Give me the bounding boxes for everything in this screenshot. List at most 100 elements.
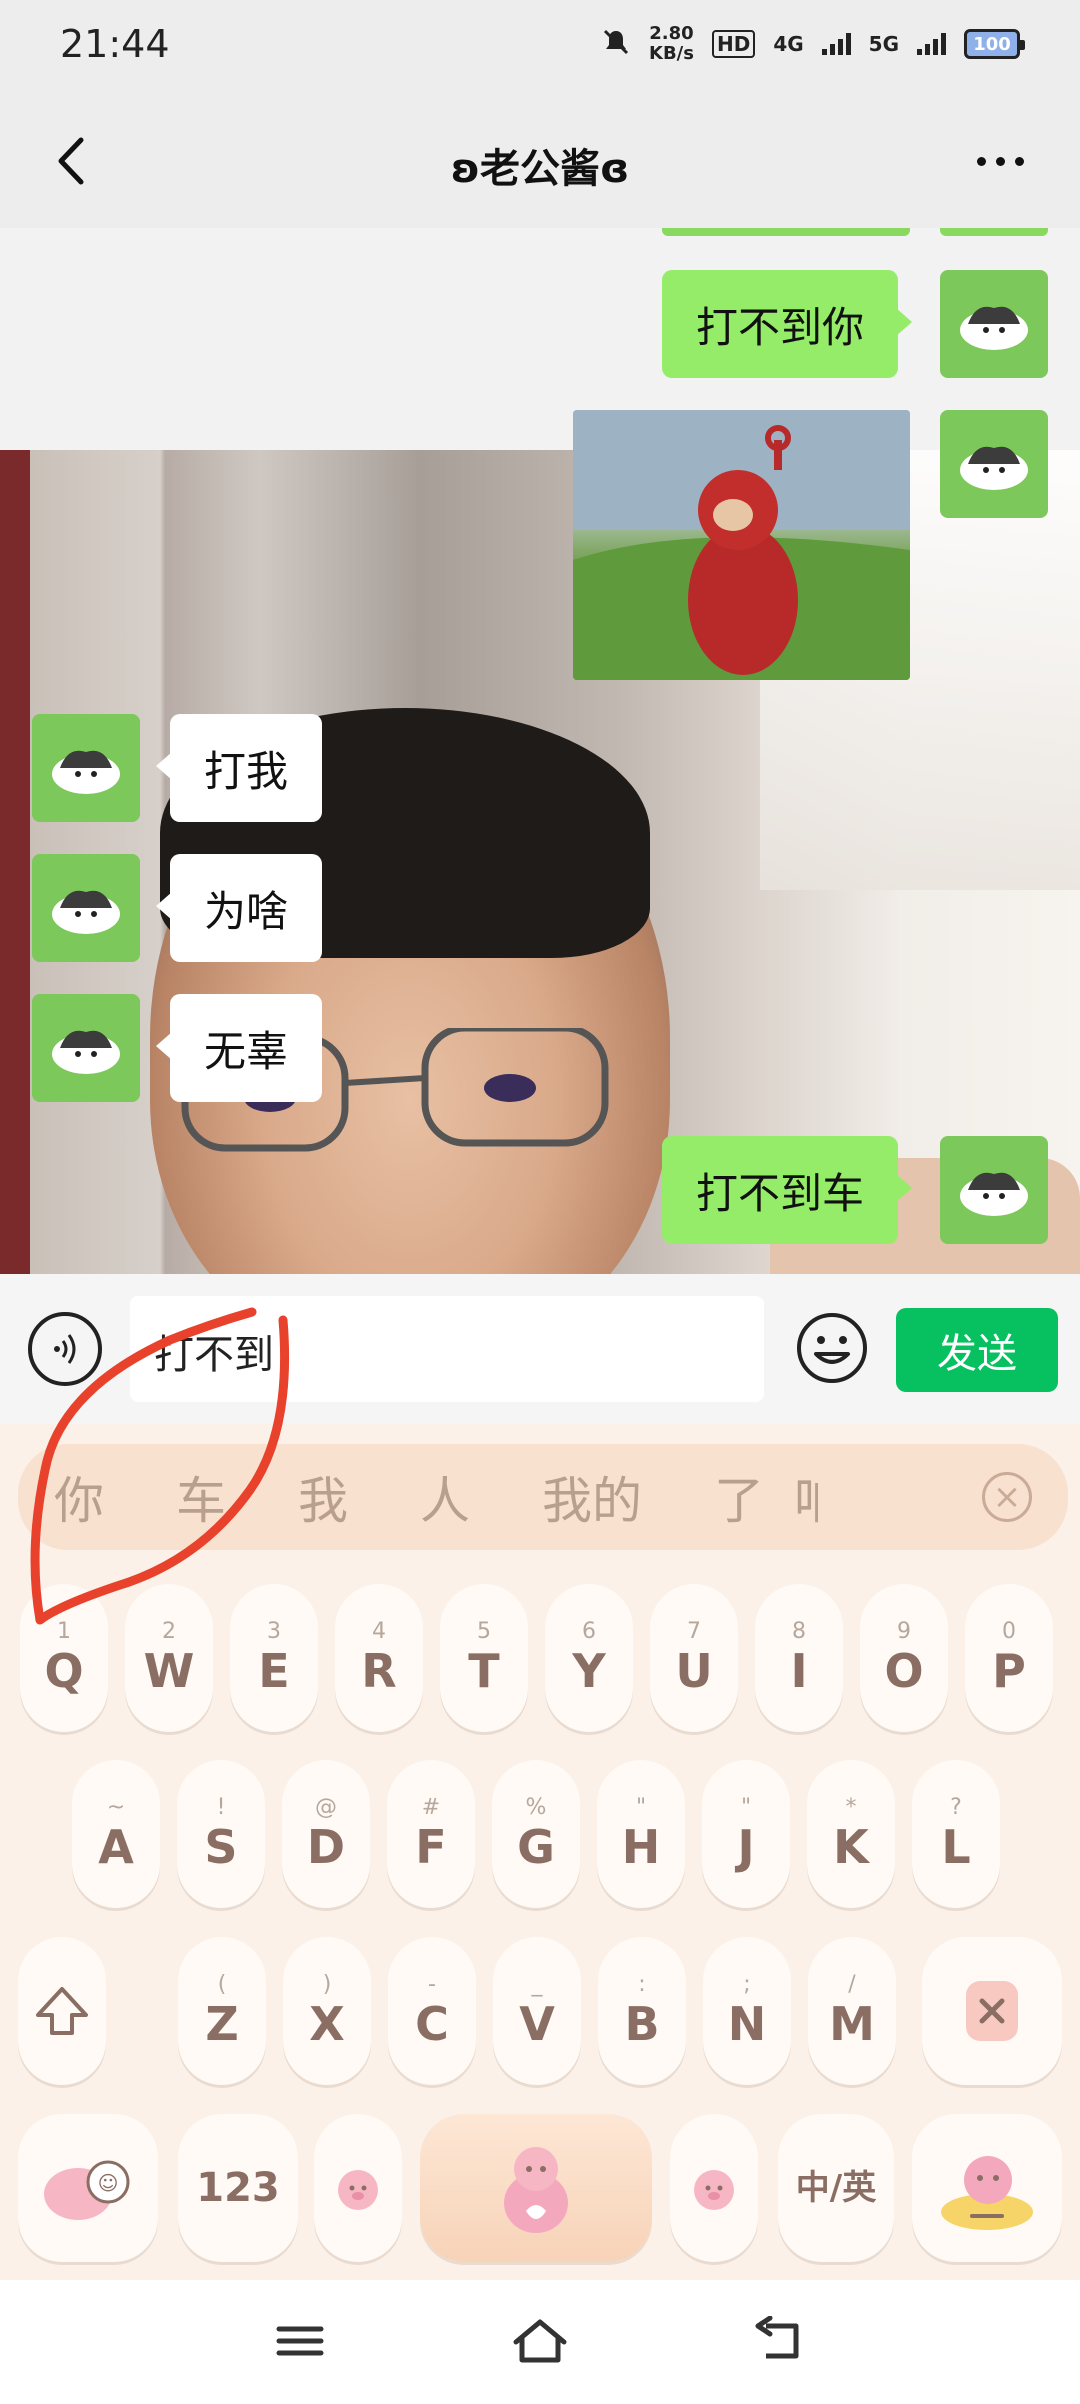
emoji-keyboard-key[interactable]: ☺ xyxy=(18,2114,158,2262)
input-bar: 打不到 发送 xyxy=(0,1274,1080,1424)
key-k[interactable]: * K xyxy=(807,1760,895,1908)
key-x[interactable]: ) X xyxy=(283,1937,371,2085)
key-l[interactable]: ? L xyxy=(912,1760,1000,1908)
back-nav-button[interactable] xyxy=(740,2306,820,2376)
shift-arrow-icon xyxy=(36,1987,88,2035)
numbers-key[interactable]: 123 xyxy=(178,2114,298,2262)
chat-area[interactable]: 打不到你 打我 为啥 无辜 打不到车 xyxy=(0,228,1080,1274)
key-w[interactable]: 2W xyxy=(125,1584,213,1732)
key-e[interactable]: 3E xyxy=(230,1584,318,1732)
key-label: X xyxy=(309,1997,345,2051)
contact-avatar[interactable] xyxy=(32,994,140,1102)
key-a[interactable]: ~ A xyxy=(72,1760,160,1908)
hd-badge: HD xyxy=(711,30,756,58)
key-label: O xyxy=(884,1644,924,1698)
candidate-word[interactable]: 你 xyxy=(54,1461,104,1533)
pig-face-key[interactable] xyxy=(670,2114,758,2262)
emoji-button[interactable] xyxy=(794,1310,870,1386)
key-i[interactable]: 8I xyxy=(755,1584,843,1732)
image-message[interactable] xyxy=(573,410,910,680)
sim1-label: 4G xyxy=(773,32,804,56)
key-c[interactable]: -C xyxy=(388,1937,476,2085)
my-avatar[interactable] xyxy=(940,270,1048,378)
key-label: D xyxy=(306,1820,346,1874)
key-v[interactable]: _ V xyxy=(493,1937,581,2085)
message-bubble-theirs[interactable]: 打我 xyxy=(155,714,323,822)
key-h[interactable]: " H xyxy=(597,1760,685,1908)
key-g[interactable]: % G xyxy=(492,1760,580,1908)
key-q[interactable]: 1Q xyxy=(20,1584,108,1732)
smiley-icon xyxy=(797,1313,867,1383)
key-secondary-label: @ xyxy=(315,1795,337,1820)
key-b[interactable]: :B xyxy=(598,1937,686,2085)
shift-key[interactable] xyxy=(18,1937,106,2085)
numbers-label: 123 xyxy=(196,2165,280,2211)
key-t[interactable]: 5T xyxy=(440,1584,528,1732)
key-secondary-label: - xyxy=(428,1972,436,1997)
key-secondary-label: 3 xyxy=(267,1619,281,1644)
key-y[interactable]: 6Y xyxy=(545,1584,633,1732)
mute-icon xyxy=(601,27,631,61)
candidate-word[interactable]: 车 xyxy=(176,1461,226,1533)
key-o[interactable]: 9O xyxy=(860,1584,948,1732)
pig-face-icon xyxy=(338,2170,378,2210)
key-label: H xyxy=(621,1820,661,1874)
key-secondary-label: 6 xyxy=(582,1619,596,1644)
contact-avatar[interactable] xyxy=(32,714,140,822)
key-secondary-label: 2 xyxy=(162,1619,176,1644)
key-label: Y xyxy=(572,1644,606,1698)
delete-icon xyxy=(966,1981,1018,2041)
candidate-word[interactable]: 我的 xyxy=(542,1461,642,1533)
key-label: S xyxy=(204,1820,238,1874)
pig-sticker-icon: ☺ xyxy=(44,2160,130,2220)
pig-face-key[interactable] xyxy=(314,2114,402,2262)
my-avatar[interactable] xyxy=(940,410,1048,518)
backspace-key[interactable] xyxy=(922,1937,1062,2085)
key-u[interactable]: 7U xyxy=(650,1584,738,1732)
candidate-word[interactable]: 了 xyxy=(714,1461,764,1533)
menu-button[interactable] xyxy=(260,2306,340,2376)
voice-wave-icon xyxy=(54,1334,76,1364)
candidate-word[interactable]: 咱 xyxy=(794,1461,818,1533)
enter-key[interactable] xyxy=(912,2114,1062,2262)
message-bubble-mine[interactable]: 打不到你 xyxy=(662,270,913,378)
candidate-word[interactable]: 我 xyxy=(298,1461,348,1533)
key-m[interactable]: / M xyxy=(808,1937,896,2085)
net-speed-unit: KB/s xyxy=(649,43,694,64)
message-bubble-mine[interactable]: 打不到车 xyxy=(662,1136,913,1244)
voice-input-button[interactable] xyxy=(28,1312,102,1386)
key-secondary-label: 0 xyxy=(1002,1619,1016,1644)
key-secondary-label: 8 xyxy=(792,1619,806,1644)
my-avatar[interactable] xyxy=(940,1136,1048,1244)
message-bubble-theirs[interactable]: 为啥 xyxy=(155,854,323,962)
home-button[interactable] xyxy=(500,2306,580,2376)
pig-face-icon xyxy=(694,2170,734,2210)
more-options-button[interactable] xyxy=(960,126,1040,196)
key-d[interactable]: @ D xyxy=(282,1760,370,1908)
previous-message-edge xyxy=(662,228,910,236)
key-f[interactable]: # F xyxy=(387,1760,475,1908)
space-key[interactable] xyxy=(420,2114,652,2262)
key-s[interactable]: ! S xyxy=(177,1760,265,1908)
key-secondary-label: 5 xyxy=(477,1619,491,1644)
key-label: Q xyxy=(44,1644,84,1698)
close-candidates-button[interactable]: × xyxy=(982,1472,1032,1522)
key-n[interactable]: ; N xyxy=(703,1937,791,2085)
candidate-word[interactable]: 人 xyxy=(420,1461,470,1533)
key-j[interactable]: " J xyxy=(702,1760,790,1908)
key-secondary-label: ( xyxy=(217,1972,227,1997)
send-button[interactable]: 发送 xyxy=(896,1308,1058,1392)
net-speed: 2.80 KB/s xyxy=(649,24,694,64)
message-input[interactable]: 打不到 xyxy=(130,1296,764,1402)
key-secondary-label: ~ xyxy=(106,1795,126,1820)
key-label: W xyxy=(143,1644,195,1698)
key-r[interactable]: 4R xyxy=(335,1584,423,1732)
key-secondary-label: * xyxy=(845,1795,857,1820)
battery-icon: 100 xyxy=(964,29,1025,59)
contact-avatar[interactable] xyxy=(32,854,140,962)
rice-ball-avatar-icon xyxy=(52,890,120,934)
key-z[interactable]: (Z xyxy=(178,1937,266,2085)
language-switch-key[interactable]: 中/英 xyxy=(778,2114,894,2262)
key-p[interactable]: 0P xyxy=(965,1584,1053,1732)
message-bubble-theirs[interactable]: 无辜 xyxy=(155,994,323,1102)
